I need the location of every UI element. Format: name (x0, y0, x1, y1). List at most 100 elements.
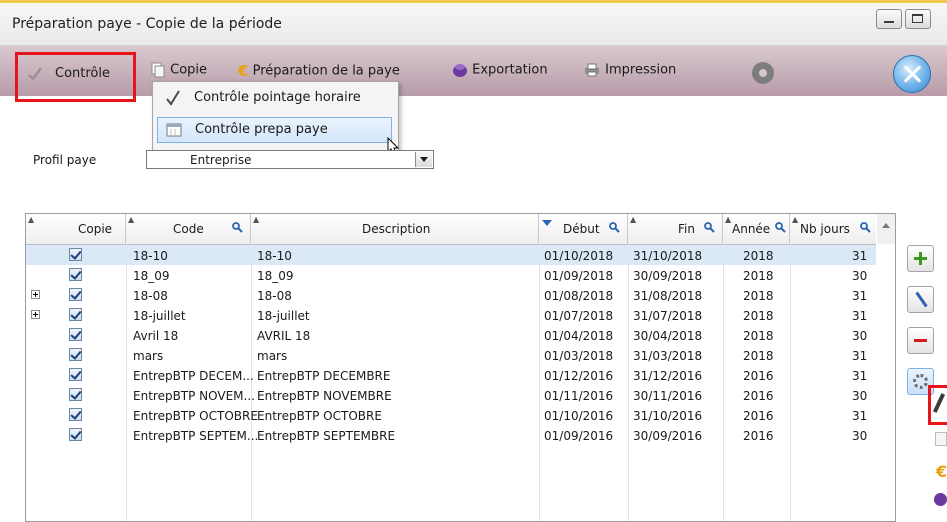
checkmark-icon (28, 67, 43, 81)
periods-table: ▲ Copie ▲ Code ▲ Description Début ▲ Fin ▲ An… (25, 213, 896, 522)
profil-paye-select[interactable]: Entreprise (146, 150, 434, 169)
exportation-label: Exportation (472, 62, 548, 78)
table-row[interactable]: EntrepBTP DECEM... EntrepBTP DECEMBRE 01/1… (26, 365, 876, 385)
cell-code: EntrepBTP DECEM... (133, 369, 254, 383)
cell-annee: 2016 (743, 369, 774, 383)
copie-button[interactable]: Copie (150, 62, 207, 82)
copie-checkbox[interactable] (69, 328, 82, 341)
cell-code: 18-10 (133, 249, 168, 263)
cell-nbjours: 31 (852, 409, 868, 423)
column-header-fin[interactable]: ▲ Fin (628, 214, 723, 244)
table-row[interactable]: EntrepBTP SEPTEM... EntrepBTP SEPTEMBRE 01… (26, 425, 876, 445)
title-bar: Préparation paye - Copie de la période (0, 3, 947, 46)
table-row[interactable]: 18-juillet 18-juillet 01/07/2018 31/07/2018… (26, 305, 876, 325)
table-row[interactable]: 18-10 18-10 01/10/2018 31/10/2018 2018 31 (26, 245, 876, 265)
copie-checkbox[interactable] (69, 268, 82, 281)
cell-debut: 01/07/2018 (544, 309, 614, 323)
cell-annee: 2018 (743, 249, 774, 263)
copy-icon (151, 62, 165, 78)
copie-checkbox[interactable] (69, 408, 82, 421)
menu-item-controle-prepa[interactable]: Contrôle prepa paye (157, 117, 392, 143)
settings-gear-icon[interactable] (752, 62, 774, 84)
cell-nbjours: 30 (852, 269, 868, 283)
column-header-description[interactable]: ▲ Description (251, 214, 539, 244)
maximize-icon (912, 14, 923, 23)
cell-debut: 01/09/2016 (544, 429, 614, 443)
table-row[interactable]: EntrepBTP NOVEM... EntrepBTP NOVEMBRE 01/1… (26, 385, 876, 405)
copie-label: Copie (170, 62, 208, 78)
preparation-button[interactable]: € Préparation de la paye (238, 62, 400, 82)
cell-fin: 30/09/2016 (633, 429, 703, 443)
search-icon[interactable] (609, 222, 620, 233)
cell-annee: 2016 (743, 429, 774, 443)
table-row[interactable]: 18_09 18_09 01/09/2018 30/09/2018 2018 30 (26, 265, 876, 285)
copie-checkbox[interactable] (69, 388, 82, 401)
cell-annee: 2016 (743, 389, 774, 403)
table-row[interactable]: 18-08 18-08 01/08/2018 31/08/2018 2018 31 (26, 285, 876, 305)
search-icon[interactable] (860, 222, 871, 233)
maximize-button[interactable] (905, 9, 931, 29)
copie-checkbox[interactable] (69, 288, 82, 301)
cell-fin: 30/09/2018 (633, 269, 703, 283)
copie-checkbox[interactable] (69, 368, 82, 381)
copie-checkbox[interactable] (69, 348, 82, 361)
cell-description: AVRIL 18 (257, 329, 311, 343)
search-icon[interactable] (775, 222, 786, 233)
menu-item-label: Contrôle prepa paye (195, 122, 328, 137)
column-header-debut[interactable]: Début (539, 214, 628, 244)
close-icon[interactable] (893, 55, 931, 93)
search-icon[interactable] (232, 222, 243, 233)
controle-button[interactable]: Contrôle (55, 66, 110, 81)
column-header-nbjours[interactable]: ▲ Nb jours (790, 214, 876, 244)
table-row[interactable]: EntrepBTP OCTOBRE EntrepBTP OCTOBRE 01/10/… (26, 405, 876, 425)
cell-code: 18_09 (133, 269, 170, 283)
cell-nbjours: 31 (852, 309, 868, 323)
copie-checkbox[interactable] (69, 428, 82, 441)
search-icon[interactable] (704, 222, 715, 233)
sort-descending-icon (542, 220, 552, 226)
cell-nbjours: 30 (852, 429, 868, 443)
document-icon[interactable] (935, 432, 947, 446)
exportation-button[interactable]: Exportation (452, 62, 548, 82)
cell-debut: 01/11/2016 (544, 389, 614, 403)
expand-icon[interactable] (31, 290, 40, 299)
cell-nbjours: 30 (852, 329, 868, 343)
export-icon[interactable] (934, 493, 947, 506)
cell-description: 18-08 (257, 289, 292, 303)
cell-code: EntrepBTP OCTOBRE (133, 409, 258, 423)
table-row[interactable]: Avril 18 AVRIL 18 01/04/2018 30/04/2018 2018… (26, 325, 876, 345)
cell-description: EntrepBTP NOVEMBRE (257, 389, 392, 403)
cell-fin: 30/11/2016 (633, 389, 703, 403)
profil-paye-label: Profil paye (33, 153, 97, 167)
add-button[interactable] (907, 245, 934, 272)
menu-item-controle-pointage[interactable]: Contrôle pointage horaire (157, 86, 392, 112)
chevron-down-icon[interactable] (415, 152, 432, 167)
cell-code: EntrepBTP SEPTEM... (133, 429, 259, 443)
cell-nbjours: 31 (852, 249, 868, 263)
copie-checkbox[interactable] (69, 308, 82, 321)
cell-fin: 31/07/2018 (633, 309, 703, 323)
column-header-copie[interactable]: ▲ Copie (26, 214, 126, 244)
expand-icon[interactable] (31, 310, 40, 319)
euro-icon[interactable]: € (936, 462, 947, 481)
copie-checkbox[interactable] (69, 248, 82, 261)
cell-debut: 01/10/2018 (544, 249, 614, 263)
cell-code: 18-juillet (133, 309, 186, 323)
checkmark-icon (166, 90, 180, 106)
edit-button[interactable] (907, 286, 934, 313)
table-header: ▲ Copie ▲ Code ▲ Description Début ▲ Fin ▲ An… (26, 214, 876, 245)
cell-debut: 01/03/2018 (544, 349, 614, 363)
cell-fin: 31/03/2018 (633, 349, 703, 363)
minimize-icon (884, 21, 894, 23)
cell-annee: 2018 (743, 289, 774, 303)
column-header-code[interactable]: ▲ Code (126, 214, 251, 244)
scrollbar-up-arrow[interactable] (877, 214, 895, 244)
column-header-annee[interactable]: ▲ Année (723, 214, 790, 244)
table-row[interactable]: mars mars 01/03/2018 31/03/2018 2018 31 (26, 345, 876, 365)
delete-button[interactable] (907, 327, 934, 354)
impression-button[interactable]: Impression (583, 62, 676, 82)
cell-debut: 01/10/2016 (544, 409, 614, 423)
window-title: Préparation paye - Copie de la période (12, 16, 282, 32)
minimize-button[interactable] (876, 9, 902, 29)
euro-icon: € (238, 62, 249, 80)
